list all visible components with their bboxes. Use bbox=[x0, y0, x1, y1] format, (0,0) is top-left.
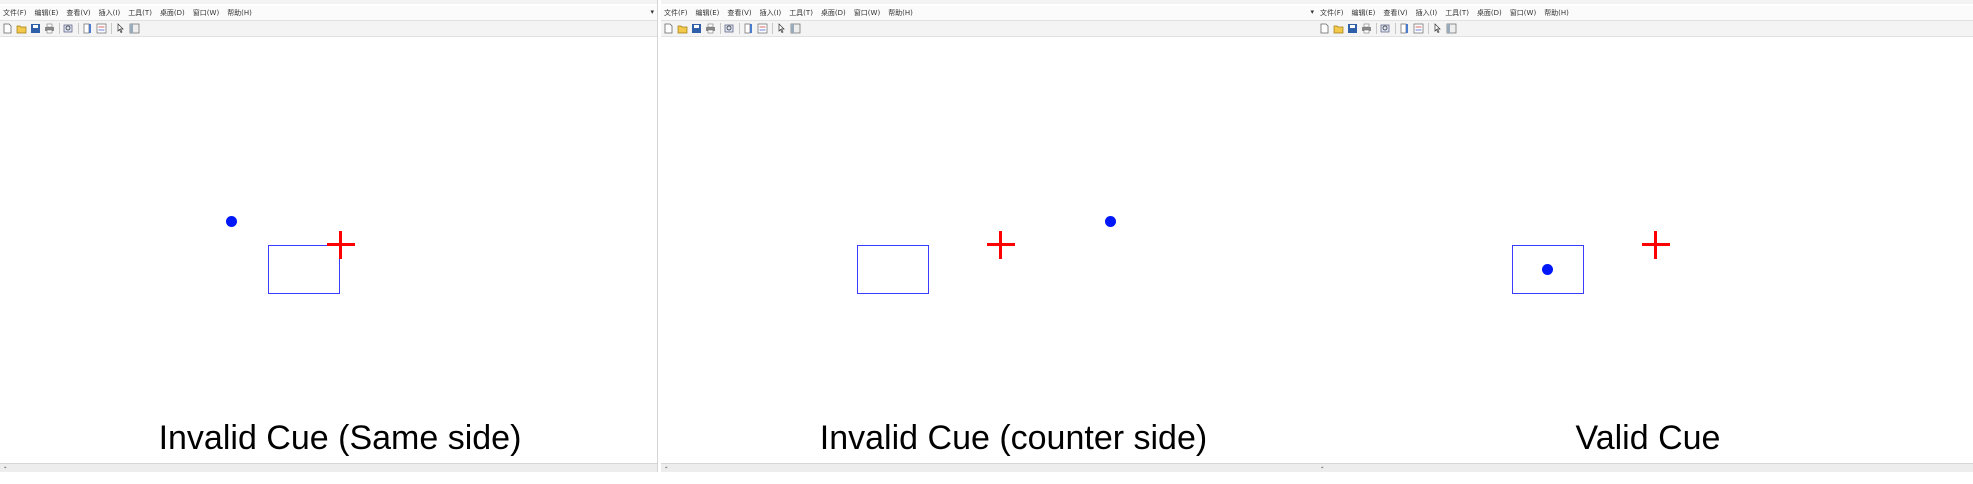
figure-toolbar bbox=[661, 20, 1317, 37]
print-icon[interactable] bbox=[1361, 23, 1372, 34]
figure-canvas[interactable] bbox=[1317, 38, 1973, 464]
menu-tools[interactable]: 工具(T) bbox=[789, 8, 813, 18]
open-folder-icon[interactable] bbox=[1333, 23, 1344, 34]
new-file-icon[interactable] bbox=[2, 23, 13, 34]
menu-bar: 文件(F) 编辑(E) 查看(V) 插入(I) 工具(T) 桌面(D) 窗口(W… bbox=[0, 6, 657, 20]
toolbar-separator bbox=[59, 23, 60, 34]
panel-caption: Invalid Cue (Same side) bbox=[158, 419, 522, 457]
toolbar-separator bbox=[739, 23, 740, 34]
open-folder-icon[interactable] bbox=[16, 23, 27, 34]
menu-insert[interactable]: 插入(I) bbox=[99, 8, 121, 18]
figure-canvas[interactable] bbox=[0, 38, 657, 464]
menu-desktop[interactable]: 桌面(D) bbox=[821, 8, 846, 18]
menu-desktop[interactable]: 桌面(D) bbox=[1477, 8, 1502, 18]
toolbar-separator bbox=[111, 23, 112, 34]
cue-dot bbox=[1105, 216, 1116, 227]
menu-view[interactable]: 查看(V) bbox=[727, 8, 751, 18]
pointer-icon[interactable] bbox=[1432, 23, 1443, 34]
menu-view[interactable]: 查看(V) bbox=[1383, 8, 1407, 18]
title-bar bbox=[0, 0, 657, 4]
status-bar: ▪▪ bbox=[0, 463, 657, 472]
menu-window[interactable]: 窗口(W) bbox=[193, 8, 219, 18]
insert-colorbar-icon[interactable] bbox=[743, 23, 754, 34]
print-icon[interactable] bbox=[44, 23, 55, 34]
toolbar-separator bbox=[720, 23, 721, 34]
menu-tools[interactable]: 工具(T) bbox=[128, 8, 152, 18]
zoom-icon[interactable] bbox=[724, 23, 735, 34]
save-icon[interactable] bbox=[1347, 23, 1358, 34]
new-file-icon[interactable] bbox=[1319, 23, 1330, 34]
menu-window[interactable]: 窗口(W) bbox=[854, 8, 880, 18]
pointer-icon[interactable] bbox=[115, 23, 126, 34]
property-editor-icon[interactable] bbox=[790, 23, 801, 34]
save-icon[interactable] bbox=[691, 23, 702, 34]
property-editor-icon[interactable] bbox=[129, 23, 140, 34]
status-bar: ▪▪ bbox=[661, 463, 1317, 472]
figure-toolbar bbox=[0, 20, 657, 37]
insert-legend-icon[interactable] bbox=[96, 23, 107, 34]
resize-grip-icon: ▪▪ bbox=[665, 465, 667, 471]
cue-dot bbox=[226, 216, 237, 227]
menu-help[interactable]: 帮助(H) bbox=[227, 8, 252, 18]
cue-dot bbox=[1542, 264, 1553, 275]
menu-overflow-arrow-icon[interactable]: ▾ bbox=[1310, 8, 1314, 16]
insert-colorbar-icon[interactable] bbox=[1399, 23, 1410, 34]
menu-tools[interactable]: 工具(T) bbox=[1445, 8, 1469, 18]
figure-window-2: 文件(F) 编辑(E) 查看(V) 插入(I) 工具(T) 桌面(D) 窗口(W… bbox=[661, 0, 1318, 472]
fixation-cross bbox=[327, 231, 355, 259]
menu-edit[interactable]: 编辑(E) bbox=[1352, 8, 1376, 18]
zoom-icon[interactable] bbox=[1380, 23, 1391, 34]
menu-edit[interactable]: 编辑(E) bbox=[35, 8, 59, 18]
figure-window-3: 文件(F) 编辑(E) 查看(V) 插入(I) 工具(T) 桌面(D) 窗口(W… bbox=[1317, 0, 1973, 472]
figure-toolbar bbox=[1317, 20, 1973, 37]
title-bar bbox=[1317, 0, 1973, 4]
fixation-cross bbox=[1642, 231, 1670, 259]
menu-insert[interactable]: 插入(I) bbox=[1416, 8, 1438, 18]
menu-bar: 文件(F) 编辑(E) 查看(V) 插入(I) 工具(T) 桌面(D) 窗口(W… bbox=[1317, 6, 1973, 20]
toolbar-separator bbox=[78, 23, 79, 34]
menu-edit[interactable]: 编辑(E) bbox=[696, 8, 720, 18]
menu-view[interactable]: 查看(V) bbox=[66, 8, 90, 18]
toolbar-separator bbox=[772, 23, 773, 34]
insert-legend-icon[interactable] bbox=[1413, 23, 1424, 34]
print-icon[interactable] bbox=[705, 23, 716, 34]
panel-caption: Valid Cue bbox=[1575, 419, 1721, 457]
open-folder-icon[interactable] bbox=[677, 23, 688, 34]
figure-window-1: 文件(F) 编辑(E) 查看(V) 插入(I) 工具(T) 桌面(D) 窗口(W… bbox=[0, 0, 658, 472]
resize-grip-icon: ▪▪ bbox=[1321, 465, 1323, 471]
menu-window[interactable]: 窗口(W) bbox=[1510, 8, 1536, 18]
toolbar-separator bbox=[1428, 23, 1429, 34]
menu-file[interactable]: 文件(F) bbox=[664, 8, 688, 18]
insert-legend-icon[interactable] bbox=[757, 23, 768, 34]
zoom-icon[interactable] bbox=[63, 23, 74, 34]
menu-insert[interactable]: 插入(I) bbox=[760, 8, 782, 18]
menu-help[interactable]: 帮助(H) bbox=[1544, 8, 1569, 18]
menu-overflow-arrow-icon[interactable]: ▾ bbox=[650, 8, 654, 16]
new-file-icon[interactable] bbox=[663, 23, 674, 34]
fixation-cross bbox=[987, 231, 1015, 259]
menu-file[interactable]: 文件(F) bbox=[1320, 8, 1344, 18]
figure-canvas[interactable] bbox=[661, 38, 1317, 464]
toolbar-separator bbox=[1376, 23, 1377, 34]
menu-help[interactable]: 帮助(H) bbox=[888, 8, 913, 18]
panel-caption: Invalid Cue (counter side) bbox=[819, 419, 1208, 457]
title-bar bbox=[661, 0, 1317, 4]
insert-colorbar-icon[interactable] bbox=[82, 23, 93, 34]
menu-file[interactable]: 文件(F) bbox=[3, 8, 27, 18]
resize-grip-icon: ▪▪ bbox=[4, 465, 6, 471]
menu-desktop[interactable]: 桌面(D) bbox=[160, 8, 185, 18]
save-icon[interactable] bbox=[30, 23, 41, 34]
target-box bbox=[857, 245, 929, 294]
pointer-icon[interactable] bbox=[776, 23, 787, 34]
menu-bar: 文件(F) 编辑(E) 查看(V) 插入(I) 工具(T) 桌面(D) 窗口(W… bbox=[661, 6, 1317, 20]
property-editor-icon[interactable] bbox=[1446, 23, 1457, 34]
toolbar-separator bbox=[1395, 23, 1396, 34]
status-bar: ▪▪ bbox=[1317, 463, 1973, 472]
